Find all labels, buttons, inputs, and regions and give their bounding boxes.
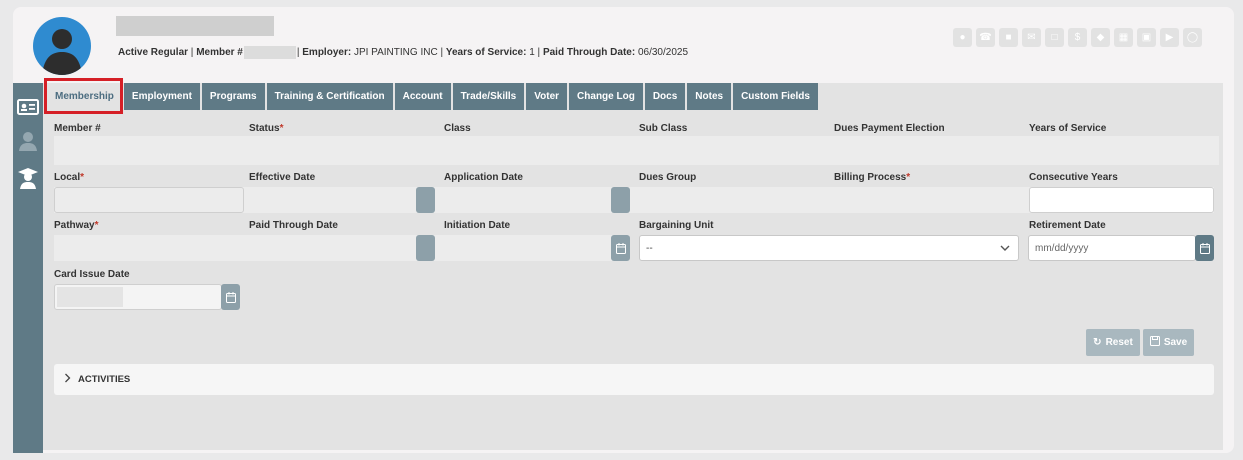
employer-label: Employer:: [302, 47, 352, 59]
tab-training-certification[interactable]: Training & Certification: [266, 83, 393, 110]
member-name-redacted: [116, 16, 274, 36]
member-number-field-label: Member #: [54, 123, 101, 134]
bargaining-unit-field-label: Bargaining Unit: [639, 220, 714, 231]
effective-date-field-label: Effective Date: [249, 172, 316, 183]
application-date-calendar-icon[interactable]: [611, 187, 630, 213]
class-field-label: Class: [444, 123, 471, 134]
billing-process-label-text: Billing Process: [834, 172, 907, 183]
local-input[interactable]: [54, 187, 244, 213]
years-of-service-field-label: Years of Service: [1029, 123, 1107, 134]
initiation-date-field-label: Initiation Date: [444, 220, 511, 231]
tab-notes[interactable]: Notes: [687, 83, 732, 110]
pathway-label-text: Pathway: [54, 220, 95, 231]
bargaining-unit-select[interactable]: --: [639, 235, 1019, 261]
consecutive-years-input[interactable]: [1029, 187, 1214, 213]
member-number-label: Member #: [196, 47, 243, 59]
paid-through-date-field-label: Paid Through Date: [249, 220, 338, 231]
pathway-field-label: Pathway*: [54, 220, 98, 231]
retirement-date-placeholder: mm/dd/yyyy: [1035, 242, 1089, 254]
application-date-field-label: Application Date: [444, 172, 523, 183]
tab-change-log[interactable]: Change Log: [569, 83, 643, 110]
dollar-icon[interactable]: $: [1068, 28, 1087, 47]
retirement-date-calendar-icon[interactable]: [1195, 235, 1214, 261]
tab-bar: Membership Employment Programs Training …: [47, 83, 818, 110]
bargaining-unit-value: --: [646, 242, 653, 254]
effective-date-calendar-icon[interactable]: [416, 187, 435, 213]
reset-label: Reset: [1105, 337, 1133, 348]
years-of-service-label: Years of Service:: [445, 47, 527, 59]
local-field-label: Local*: [54, 172, 84, 183]
save-label: Save: [1163, 337, 1188, 348]
employer-value: JPI PAINTING INC: [353, 47, 438, 59]
dues-payment-election-field-label: Dues Payment Election: [834, 123, 945, 134]
required-mark: *: [279, 123, 284, 134]
save-button[interactable]: Save: [1143, 329, 1194, 356]
required-mark: *: [906, 172, 911, 183]
required-mark: *: [94, 220, 99, 231]
dues-group-field-label: Dues Group: [639, 172, 697, 183]
activities-accordion[interactable]: ACTIVITIES: [54, 364, 1214, 395]
id-card-icon[interactable]: ▦: [1114, 28, 1133, 47]
folder-icon[interactable]: ▶: [1160, 28, 1179, 47]
card-issue-date-calendar-icon[interactable]: [221, 284, 240, 310]
retirement-date-field-label: Retirement Date: [1029, 220, 1106, 231]
tab-membership[interactable]: Membership: [47, 83, 122, 110]
phone-icon[interactable]: ☎: [976, 28, 995, 47]
id-card-icon[interactable]: [16, 95, 40, 119]
status-text: Active Regular: [118, 47, 189, 59]
reset-icon: ↻: [1093, 337, 1102, 348]
tab-custom-fields[interactable]: Custom Fields: [733, 83, 818, 110]
reset-button[interactable]: ↻ Reset: [1086, 329, 1140, 356]
status-label-text: Status: [249, 123, 280, 134]
tab-account[interactable]: Account: [394, 83, 451, 110]
tab-docs[interactable]: Docs: [644, 83, 686, 110]
retirement-date-input[interactable]: mm/dd/yyyy: [1028, 235, 1196, 261]
member-info-line: Active Regular | Member # | Employer: JPI…: [118, 46, 689, 59]
document-icon[interactable]: □: [1045, 28, 1064, 47]
initiation-date-calendar-icon[interactable]: [611, 235, 630, 261]
tab-employment[interactable]: Employment: [123, 83, 200, 110]
required-mark: *: [80, 172, 85, 183]
card-issue-date-field-label: Card Issue Date: [54, 269, 130, 280]
chevron-right-icon: [64, 373, 71, 386]
avatar: [33, 17, 91, 75]
tab-programs[interactable]: Programs: [201, 83, 265, 110]
years-of-service-value: 1: [529, 47, 535, 59]
tag-icon[interactable]: ◆: [1091, 28, 1110, 47]
sub-class-field-label: Sub Class: [639, 123, 688, 134]
side-navigation: [13, 83, 43, 453]
billing-process-field-label: Billing Process*: [834, 172, 910, 183]
consecutive-years-field-label: Consecutive Years: [1029, 172, 1118, 183]
paid-through-label: Paid Through Date:: [542, 47, 636, 59]
row1-values-redacted: [54, 136, 1219, 165]
activities-label: ACTIVITIES: [78, 374, 131, 385]
chat-icon[interactable]: ■: [999, 28, 1018, 47]
graduate-icon[interactable]: [16, 166, 40, 190]
card-issue-date-redacted: [57, 287, 123, 307]
person-icon[interactable]: [16, 129, 40, 153]
card-issue-date-input[interactable]: [54, 284, 222, 310]
chevron-down-icon: [999, 242, 1011, 257]
local-label-text: Local: [54, 172, 81, 183]
clipboard-icon[interactable]: ▣: [1137, 28, 1156, 47]
email-icon[interactable]: ✉: [1022, 28, 1041, 47]
status-field-label: Status*: [249, 123, 283, 134]
action-toolbar: ● ☎ ■ ✉ □ $ ◆ ▦ ▣ ▶ ◯: [953, 28, 1202, 47]
row3-values-redacted: [54, 235, 629, 261]
floppy-disk-icon: [1149, 336, 1160, 349]
tab-voter[interactable]: Voter: [526, 83, 568, 110]
clock-icon[interactable]: ◯: [1183, 28, 1202, 47]
person-icon[interactable]: ●: [953, 28, 972, 47]
member-number-redacted: [243, 46, 296, 59]
tab-trade-skills[interactable]: Trade/Skills: [452, 83, 525, 110]
paid-through-value: 06/30/2025: [637, 47, 689, 59]
paid-through-date-calendar-icon[interactable]: [416, 235, 435, 261]
